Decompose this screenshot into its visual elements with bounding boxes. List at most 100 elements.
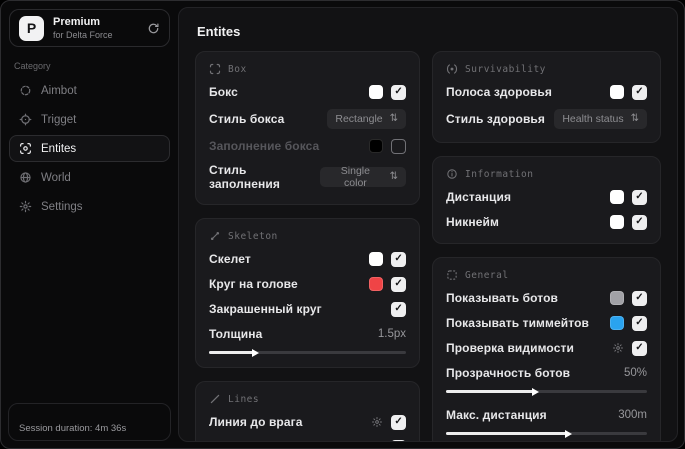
bot-opacity-slider[interactable] — [446, 387, 647, 396]
setting-label: Показывать тиммейтов — [446, 316, 589, 330]
check-icon: ✓ — [635, 292, 644, 303]
setting-label: Стиль заполнения — [209, 163, 280, 191]
setting-row-fill-style: Стиль заполнения Single color ⇅ — [209, 163, 407, 191]
selected-value: Single color — [340, 165, 370, 189]
chevron-expand-icon: ⇅ — [630, 113, 639, 124]
sidebar-item-trigget[interactable]: Trigget — [9, 106, 170, 133]
sidebar-item-aimbot[interactable]: Aimbot — [9, 77, 170, 104]
health-style-select[interactable]: Health status ⇅ — [554, 109, 647, 129]
setting-row-health-style: Стиль здоровья Health status ⇅ — [446, 109, 647, 129]
color-swatch[interactable] — [610, 291, 624, 305]
section-title: Information — [465, 168, 534, 180]
setting-label: Показывать ботов — [446, 291, 558, 305]
box-card: Box Бокс ✓ Стиль бокса Rectangle ⇅ Запол… — [195, 51, 421, 205]
check-icon: ✓ — [394, 278, 403, 289]
slider-thumb[interactable] — [564, 429, 572, 438]
checkbox[interactable]: ✓ — [632, 189, 647, 205]
setting-row-head-circle: Круг на голове ✓ — [209, 276, 407, 292]
info-icon — [446, 168, 458, 180]
information-card: Information Дистанция ✓ Никнейм ✓ — [432, 156, 661, 244]
checkbox[interactable]: ✓ — [632, 84, 647, 100]
checkbox[interactable]: ✓ — [391, 301, 407, 317]
line-icon — [209, 393, 221, 405]
setting-row-bot-opacity: Прозрачность ботов 50% — [446, 365, 647, 381]
slider-value: 50% — [623, 367, 647, 379]
brand-subtitle: for Delta Force — [53, 29, 113, 40]
sidebar: P Premium for Delta Force Category Aimbo… — [1, 1, 178, 448]
refresh-icon[interactable] — [147, 22, 160, 35]
color-swatch[interactable] — [369, 252, 384, 266]
selected-value: Health status — [562, 113, 624, 125]
general-card: General Показывать ботов ✓ Показывать ти… — [432, 257, 661, 441]
checkbox[interactable]: ✓ — [632, 290, 647, 306]
setting-label: Круг на голове — [209, 277, 298, 291]
setting-row-max-distance: Макс. дистанция 300m — [446, 407, 647, 423]
session-duration: Session duration: 4m 36s — [19, 423, 127, 434]
checkbox[interactable]: ✓ — [632, 315, 647, 331]
checkbox[interactable]: ✓ — [391, 251, 407, 267]
check-icon: ✓ — [635, 342, 644, 353]
checkbox[interactable]: ✓ — [391, 439, 407, 441]
sidebar-item-settings[interactable]: Settings — [9, 193, 170, 220]
color-swatch[interactable] — [610, 215, 624, 229]
setting-row-thickness: Толщина 1.5px — [209, 326, 406, 342]
slider-value: 300m — [618, 409, 647, 421]
brand-logo: P — [19, 15, 44, 41]
aimbot-crosshair-icon — [19, 84, 32, 97]
sidebar-item-label: Settings — [41, 200, 83, 213]
check-icon: ✓ — [635, 86, 644, 97]
color-swatch[interactable] — [610, 85, 624, 99]
checkbox[interactable]: ✓ — [391, 414, 407, 430]
setting-row-enemy-line: Линия до врага ✓ — [209, 414, 407, 430]
setting-row-show-bots: Показывать ботов ✓ — [446, 290, 647, 306]
setting-label: Заполнение бокса — [209, 139, 320, 153]
color-swatch[interactable] — [369, 277, 384, 291]
line-settings-gear-icon[interactable] — [371, 416, 383, 428]
brand-title: Premium — [53, 16, 101, 28]
sidebar-nav: Aimbot Trigget Entites World Settings — [9, 77, 170, 220]
sidebar-item-label: Entites — [41, 142, 77, 155]
dashed-square-icon — [446, 269, 458, 281]
checkbox[interactable]: ✓ — [632, 340, 647, 356]
checkbox[interactable]: ✓ — [391, 276, 407, 292]
checkbox[interactable]: ✓ — [391, 138, 407, 154]
sidebar-item-label: World — [41, 171, 71, 184]
checkbox[interactable]: ✓ — [632, 214, 647, 230]
gear-icon — [19, 200, 32, 213]
checkbox[interactable]: ✓ — [391, 84, 407, 100]
check-icon: ✓ — [635, 216, 644, 227]
color-swatch[interactable] — [369, 85, 384, 99]
slider-value: 1.5px — [377, 328, 407, 340]
section-title: Skeleton — [228, 230, 278, 242]
setting-row-show-teammates: Показывать тиммейтов ✓ — [446, 315, 647, 331]
visibility-gear-icon[interactable] — [612, 342, 624, 354]
thickness-slider[interactable] — [209, 348, 407, 357]
survivability-card: Survivability Полоса здоровья ✓ Стиль зд… — [432, 51, 661, 143]
globe-icon — [19, 171, 32, 184]
setting-label: Скелет — [209, 252, 251, 266]
setting-label: Прозрачность ботов — [446, 366, 571, 380]
section-title: Survivability — [465, 63, 546, 75]
setting-row-box-fill: Заполнение бокса ✓ — [209, 138, 407, 154]
check-icon: ✓ — [635, 317, 644, 328]
app-window: P Premium for Delta Force Category Aimbo… — [0, 0, 685, 449]
sidebar-item-world[interactable]: World — [9, 164, 170, 191]
slider-thumb[interactable] — [252, 348, 260, 357]
slider-thumb[interactable] — [532, 387, 540, 396]
line-settings-gear-icon[interactable] — [371, 441, 383, 442]
setting-row-nickname: Никнейм ✓ — [446, 214, 647, 230]
check-icon: ✓ — [394, 86, 403, 97]
setting-row-view-line: Линия взгляда ✓ — [209, 439, 407, 442]
check-icon: ✓ — [635, 191, 644, 202]
color-swatch[interactable] — [610, 316, 624, 330]
fill-style-select[interactable]: Single color ⇅ — [320, 165, 407, 189]
check-icon: ✓ — [394, 416, 403, 427]
color-swatch[interactable] — [610, 190, 624, 204]
setting-row-health-bar: Полоса здоровья ✓ — [446, 84, 647, 100]
sidebar-item-entites[interactable]: Entites — [9, 135, 170, 162]
max-distance-slider[interactable] — [446, 429, 647, 438]
color-swatch[interactable] — [369, 139, 384, 153]
box-style-select[interactable]: Rectangle ⇅ — [327, 109, 407, 129]
chevron-expand-icon: ⇅ — [389, 171, 399, 182]
brand-card: P Premium for Delta Force — [9, 9, 170, 47]
